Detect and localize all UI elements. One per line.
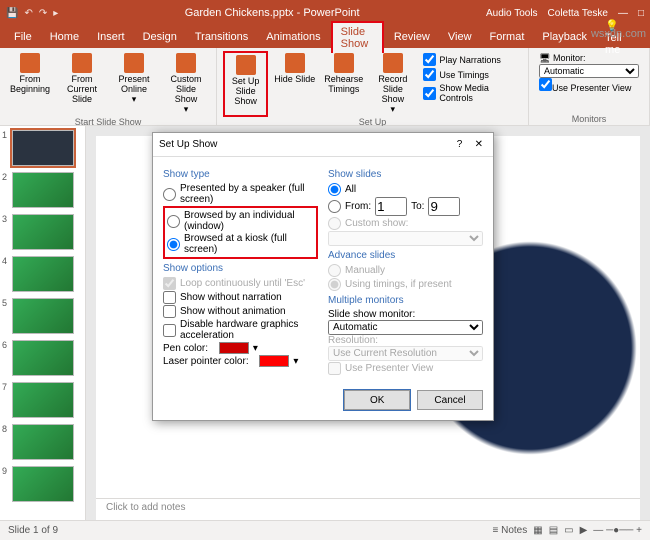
window-title: Garden Chickens.pptx - PowerPoint (58, 7, 486, 19)
use-timings-check[interactable]: Use Timings (423, 68, 518, 81)
opt-no-animation[interactable]: Show without animation (163, 305, 318, 318)
thumbnail[interactable]: 3 (4, 214, 81, 250)
opt-custom-show: Custom show: (328, 217, 483, 230)
show-options-heading: Show options (163, 263, 318, 274)
thumbnail[interactable]: 8 (4, 424, 81, 460)
record-icon (383, 53, 403, 73)
from-beginning-button[interactable]: From Beginning (6, 51, 54, 117)
thumbnail[interactable]: 6 (4, 340, 81, 376)
notes-pane[interactable]: Click to add notes (96, 498, 640, 520)
present-online-icon (124, 53, 144, 73)
close-icon[interactable]: ✕ (471, 139, 487, 150)
thumbnail[interactable]: 9 (4, 466, 81, 502)
tab-playback[interactable]: Playback (534, 28, 595, 46)
opt-disable-hw[interactable]: Disable hardware graphics acceleration (163, 319, 318, 341)
dialog-title: Set Up Show (159, 139, 217, 150)
thumbnail[interactable]: 7 (4, 382, 81, 418)
from-current-icon (72, 53, 92, 73)
tab-animations[interactable]: Animations (258, 28, 328, 46)
pen-color-picker[interactable] (219, 342, 249, 354)
quick-access-toolbar: 💾 ↶ ↷ ▸ (6, 8, 58, 19)
slide-monitor-select[interactable]: Automatic (328, 320, 483, 335)
undo-icon[interactable]: ↶ (24, 8, 32, 19)
slide-counter: Slide 1 of 9 (8, 525, 58, 536)
opt-no-narration[interactable]: Show without narration (163, 291, 318, 304)
from-beginning-icon (20, 53, 40, 73)
laser-color-picker[interactable] (259, 355, 289, 367)
ribbon-group-start: From Beginning From Current Slide Presen… (0, 48, 217, 125)
start-icon[interactable]: ▸ (53, 8, 58, 19)
monitor-icon: 🖥 (539, 53, 550, 63)
view-reading-icon[interactable]: ▭ (564, 525, 573, 536)
opt-timings: Using timings, if present (328, 278, 483, 291)
set-up-slide-show-button[interactable]: Set Up Slide Show (223, 51, 268, 117)
tab-home[interactable]: Home (42, 28, 87, 46)
setup-icon (236, 55, 256, 75)
notes-button[interactable]: ≡ Notes (492, 525, 527, 536)
title-bar: 💾 ↶ ↷ ▸ Garden Chickens.pptx - PowerPoin… (0, 0, 650, 26)
group-label: Monitors (535, 114, 643, 124)
save-icon[interactable]: 💾 (6, 8, 18, 19)
thumbnail[interactable]: 2 (4, 172, 81, 208)
help-icon[interactable]: ? (457, 139, 463, 150)
rehearse-button[interactable]: Rehearse Timings (321, 51, 366, 117)
view-slideshow-icon[interactable]: ▶ (580, 525, 588, 536)
tab-format[interactable]: Format (482, 28, 533, 46)
tab-design[interactable]: Design (135, 28, 185, 46)
ribbon-tabs: File Home Insert Design Transitions Anim… (0, 26, 650, 48)
thumbnail[interactable]: 5 (4, 298, 81, 334)
ribbon-group-monitors: 🖥 Monitor: Automatic Use Presenter View … (529, 48, 650, 125)
opt-kiosk[interactable]: Browsed at a kiosk (full screen) (167, 233, 314, 255)
custom-show-icon (176, 53, 196, 73)
to-input[interactable] (428, 197, 460, 216)
custom-show-button[interactable]: Custom Slide Show▾ (162, 51, 210, 117)
opt-speaker[interactable]: Presented by a speaker (full screen) (163, 183, 318, 205)
watermark: wsxdn.com (591, 28, 646, 40)
hide-slide-icon (285, 53, 305, 73)
tab-insert[interactable]: Insert (89, 28, 133, 46)
set-up-show-dialog: Set Up Show ? ✕ Show type Presented by a… (152, 132, 494, 421)
presenter-view-check[interactable]: Use Presenter View (539, 83, 631, 93)
monitor-select[interactable]: Automatic (539, 64, 639, 78)
record-button[interactable]: Record Slide Show▾ (370, 51, 415, 117)
resolution-select: Use Current Resolution (328, 346, 483, 361)
show-type-heading: Show type (163, 169, 318, 180)
from-input[interactable] (375, 197, 407, 216)
play-narrations-check[interactable]: Play Narrations (423, 53, 518, 66)
opt-manually: Manually (328, 264, 483, 277)
thumbnail[interactable]: 1 (4, 130, 81, 166)
opt-individual[interactable]: Browsed by an individual (window) (167, 210, 314, 232)
show-slides-heading: Show slides (328, 169, 483, 180)
zoom-slider[interactable]: — ─●── + (593, 525, 642, 536)
tab-review[interactable]: Review (386, 28, 438, 46)
opt-presenter-view: Use Presenter View (328, 362, 483, 375)
ok-button[interactable]: OK (344, 390, 410, 410)
view-normal-icon[interactable]: ▦ (533, 525, 542, 536)
status-bar: Slide 1 of 9 ≡ Notes ▦ ▤ ▭ ▶ — ─●── + (0, 520, 650, 540)
context-tab-label: Audio Tools (486, 8, 538, 19)
tab-file[interactable]: File (6, 28, 40, 46)
present-online-button[interactable]: Present Online▾ (110, 51, 158, 117)
ribbon: From Beginning From Current Slide Presen… (0, 48, 650, 126)
slide-thumbnails[interactable]: 1 2 3 4 5 6 7 8 9 (0, 126, 86, 520)
opt-from-to[interactable]: From: To: (328, 197, 483, 216)
hide-slide-button[interactable]: Hide Slide (272, 51, 317, 117)
multi-mon-heading: Multiple monitors (328, 295, 483, 306)
tab-transitions[interactable]: Transitions (187, 28, 256, 46)
advance-heading: Advance slides (328, 250, 483, 261)
thumbnail[interactable]: 4 (4, 256, 81, 292)
cancel-button[interactable]: Cancel (417, 390, 483, 410)
redo-icon[interactable]: ↷ (39, 8, 47, 19)
ribbon-group-setup: Set Up Slide Show Hide Slide Rehearse Ti… (217, 48, 529, 125)
dialog-titlebar: Set Up Show ? ✕ (153, 133, 493, 157)
custom-show-select (328, 231, 483, 246)
opt-loop: Loop continuously until 'Esc' (163, 277, 318, 290)
from-current-button[interactable]: From Current Slide (58, 51, 106, 117)
show-media-check[interactable]: Show Media Controls (423, 83, 518, 103)
view-sorter-icon[interactable]: ▤ (549, 525, 558, 536)
opt-all-slides[interactable]: All (328, 183, 483, 196)
rehearse-icon (334, 53, 354, 73)
tab-view[interactable]: View (440, 28, 480, 46)
